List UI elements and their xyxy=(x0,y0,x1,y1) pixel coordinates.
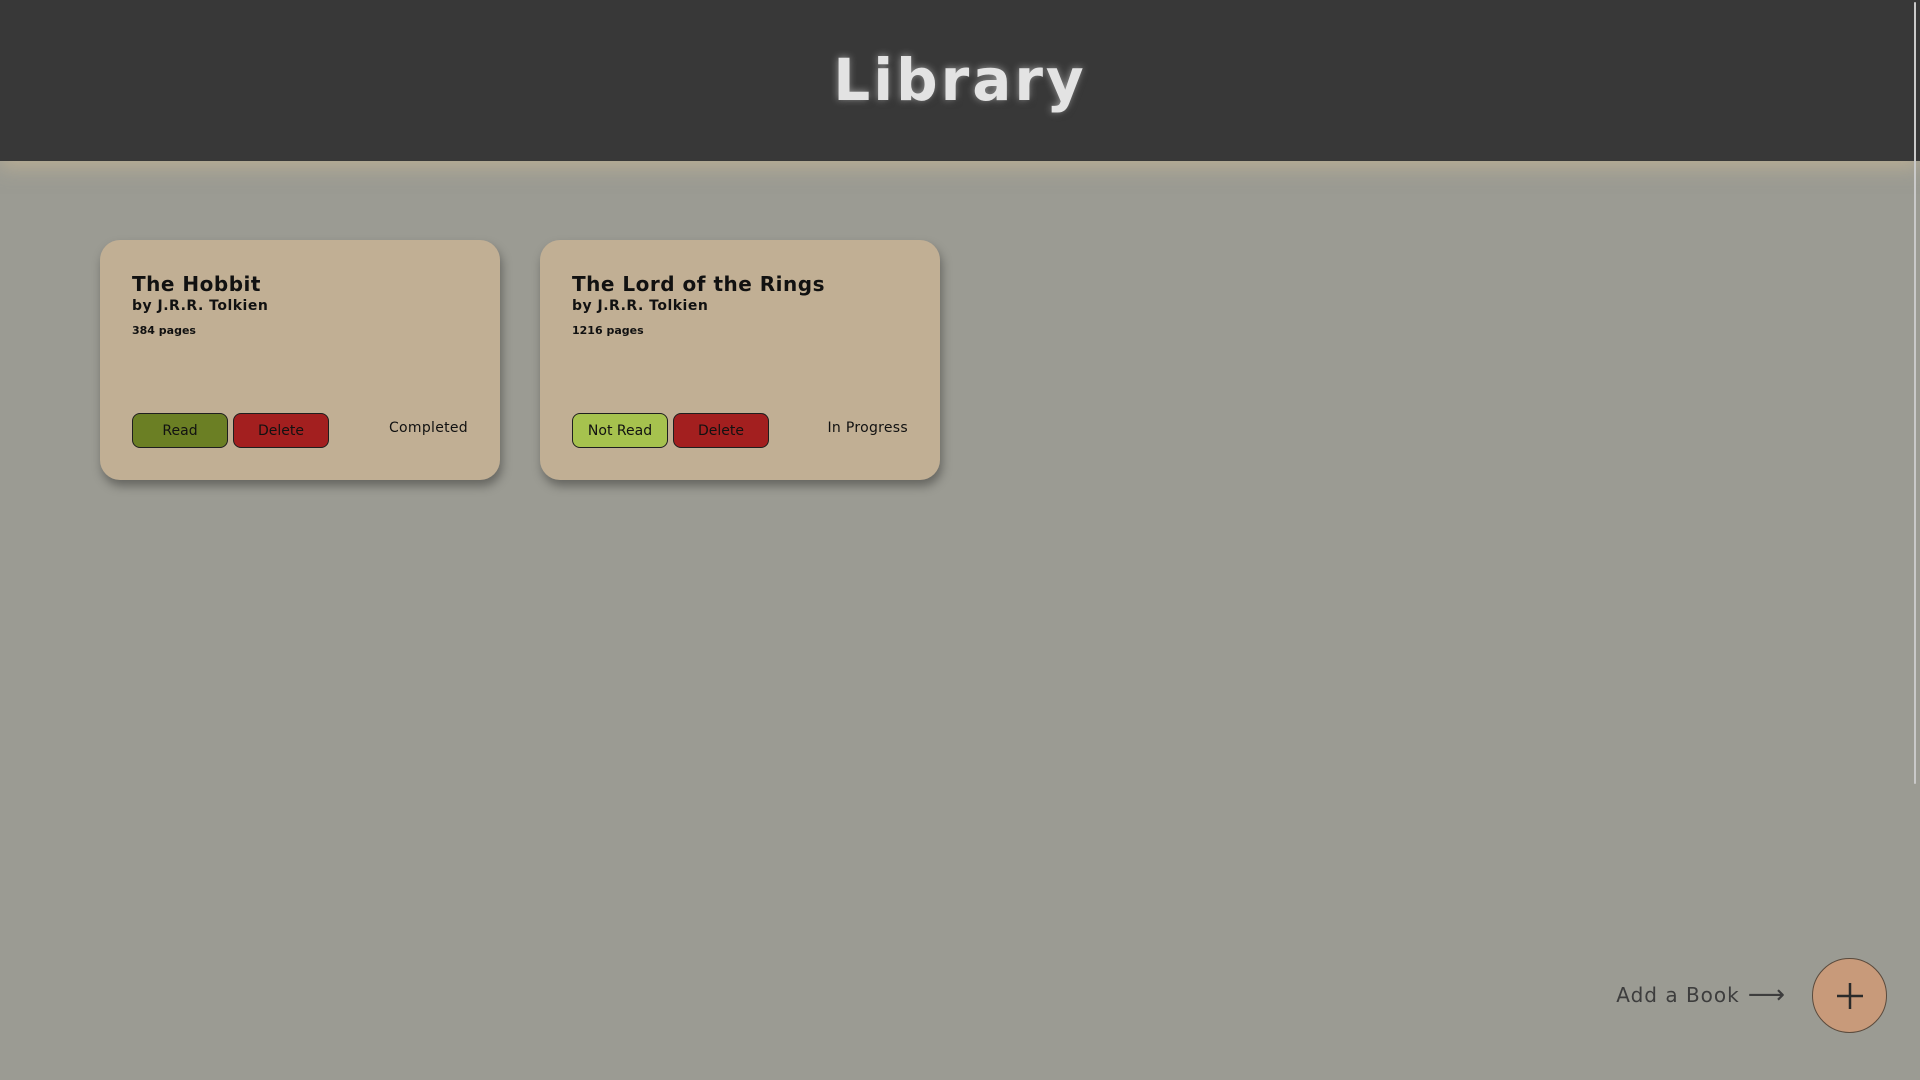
plus-icon xyxy=(1836,982,1863,1009)
book-card: The Lord of the Rings by J.R.R. Tolkien … xyxy=(540,240,940,480)
book-list: The Hobbit by J.R.R. Tolkien 384 pages R… xyxy=(100,240,940,480)
read-toggle-button[interactable]: Read xyxy=(132,413,228,448)
book-title: The Lord of the Rings xyxy=(572,272,825,296)
read-toggle-button[interactable]: Not Read xyxy=(572,413,668,448)
book-actions: Read Delete xyxy=(132,413,329,448)
book-card: The Hobbit by J.R.R. Tolkien 384 pages R… xyxy=(100,240,500,480)
book-actions: Not Read Delete xyxy=(572,413,769,448)
book-pages: 1216 pages xyxy=(572,324,644,337)
book-status: In Progress xyxy=(827,420,908,436)
book-author: by J.R.R. Tolkien xyxy=(572,298,709,314)
arrow-right-icon: ⟶ xyxy=(1747,980,1786,1010)
delete-button[interactable]: Delete xyxy=(673,413,769,448)
book-status: Completed xyxy=(388,420,468,436)
scrollbar[interactable] xyxy=(1914,2,1916,784)
book-author: by J.R.R. Tolkien xyxy=(132,298,269,314)
add-book-button[interactable] xyxy=(1812,958,1887,1033)
book-title: The Hobbit xyxy=(132,272,261,296)
delete-button[interactable]: Delete xyxy=(233,413,329,448)
book-pages: 384 pages xyxy=(132,324,196,337)
page-title: Library xyxy=(833,45,1087,114)
add-book-hint: Add a Book ⟶ xyxy=(1616,982,1786,1008)
header: Library xyxy=(0,0,1920,161)
add-book-label: Add a Book xyxy=(1616,983,1740,1007)
